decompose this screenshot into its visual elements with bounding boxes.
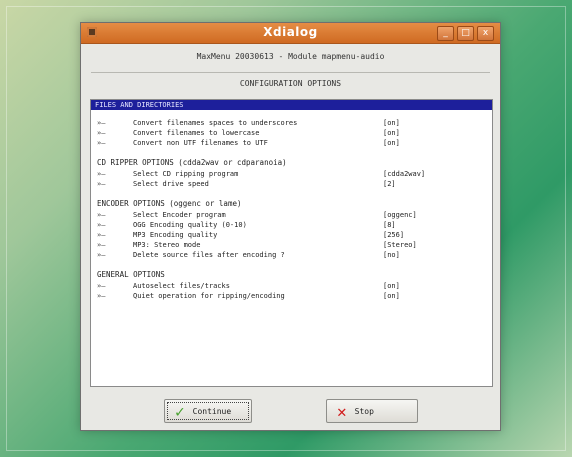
options-list[interactable]: FILES AND DIRECTORIES »— Convert filenam… [90,99,493,387]
item-label: MP3: Stereo mode [133,241,201,249]
list-item[interactable]: »— Delete source files after encoding ? … [91,250,492,260]
list-item[interactable]: »— MP3: Stereo mode [Stereo] [91,240,492,250]
maximize-button[interactable]: □ [457,26,474,41]
item-label: Select CD ripping program [133,170,239,178]
list-item[interactable]: »— OGG Encoding quality (0-10) [8] [91,220,492,230]
minimize-button[interactable]: _ [437,26,454,41]
list-item[interactable]: »— Convert non UTF filenames to UTF [on] [91,138,492,148]
item-value: [256] [383,231,405,239]
item-value: [2] [383,180,396,188]
item-value: [on] [383,292,400,300]
item-value: [8] [383,221,396,229]
item-value: [on] [383,139,400,147]
close-button[interactable]: x [477,26,494,41]
item-value: [oggenc] [383,211,417,219]
cross-icon: ✕ [337,401,347,421]
item-value: [no] [383,251,400,259]
window-controls: _ □ x [437,26,494,41]
group-encoder: ENCODER OPTIONS (oggenc or lame) »— Sele… [91,197,492,260]
xdialog-window: Xdialog _ □ x MaxMenu 20030613 - Module … [80,22,501,431]
item-label: Select drive speed [133,180,209,188]
item-label: Convert filenames spaces to underscores [133,119,298,127]
item-value: [Stereo] [383,241,417,249]
list-item[interactable]: »— Select drive speed [2] [91,179,492,189]
item-value: [cdda2wav] [383,170,426,178]
arrow-icon: »— [97,211,106,219]
item-value: [on] [383,119,400,127]
item-label: Select Encoder program [133,211,226,219]
dialog-header: MaxMenu 20030613 - Module mapmenu-audio [196,52,385,61]
item-label: Quiet operation for ripping/encoding [133,292,285,300]
window-titlebar[interactable]: Xdialog _ □ x [81,23,500,44]
item-value: [on] [383,282,400,290]
arrow-icon: »— [97,170,106,178]
stop-label: Stop [354,406,374,416]
item-label: Delete source files after encoding ? [133,251,285,259]
item-label: Convert non UTF filenames to UTF [133,139,268,147]
divider [91,72,490,73]
item-label: Autoselect files/tracks [133,282,230,290]
list-item[interactable]: »— Autoselect files/tracks [on] [91,281,492,291]
arrow-icon: »— [97,241,106,249]
group-files: »— Convert filenames spaces to underscor… [91,118,492,148]
arrow-icon: »— [97,119,106,127]
button-row: ✓ Continue ✕ Stop [81,391,500,429]
group-label: GENERAL OPTIONS [97,270,165,279]
arrow-icon: »— [97,251,106,259]
arrow-icon: »— [97,139,106,147]
group-label: CD RIPPER OPTIONS (cdda2wav or cdparanoi… [97,158,287,167]
group-general: GENERAL OPTIONS »— Autoselect files/trac… [91,268,492,301]
section-title: CONFIGURATION OPTIONS [239,79,342,88]
selected-row[interactable]: FILES AND DIRECTORIES [91,100,492,110]
list-item[interactable]: »— Convert filenames to lowercase [on] [91,128,492,138]
item-value: [on] [383,129,400,137]
list-item[interactable]: »— Convert filenames spaces to underscor… [91,118,492,128]
list-item[interactable]: »— Select CD ripping program [cdda2wav] [91,169,492,179]
arrow-icon: »— [97,221,106,229]
group-cd-ripper: CD RIPPER OPTIONS (cdda2wav or cdparanoi… [91,156,492,189]
item-label: Convert filenames to lowercase [133,129,260,137]
continue-button[interactable]: ✓ Continue [164,399,252,423]
stop-button[interactable]: ✕ Stop [326,399,418,423]
list-item[interactable]: »— MP3 Encoding quality [256] [91,230,492,240]
item-label: MP3 Encoding quality [133,231,218,239]
item-label: OGG Encoding quality (0-10) [133,221,247,229]
list-item[interactable]: »— Select Encoder program [oggenc] [91,210,492,220]
arrow-icon: »— [97,129,106,137]
group-label: ENCODER OPTIONS (oggenc or lame) [97,199,242,208]
arrow-icon: »— [97,231,106,239]
checkmark-icon: ✓ [175,401,185,421]
continue-label: Continue [192,406,232,416]
arrow-icon: »— [97,180,106,188]
arrow-icon: »— [97,292,106,300]
arrow-icon: »— [97,282,106,290]
list-item[interactable]: »— Quiet operation for ripping/encoding … [91,291,492,301]
